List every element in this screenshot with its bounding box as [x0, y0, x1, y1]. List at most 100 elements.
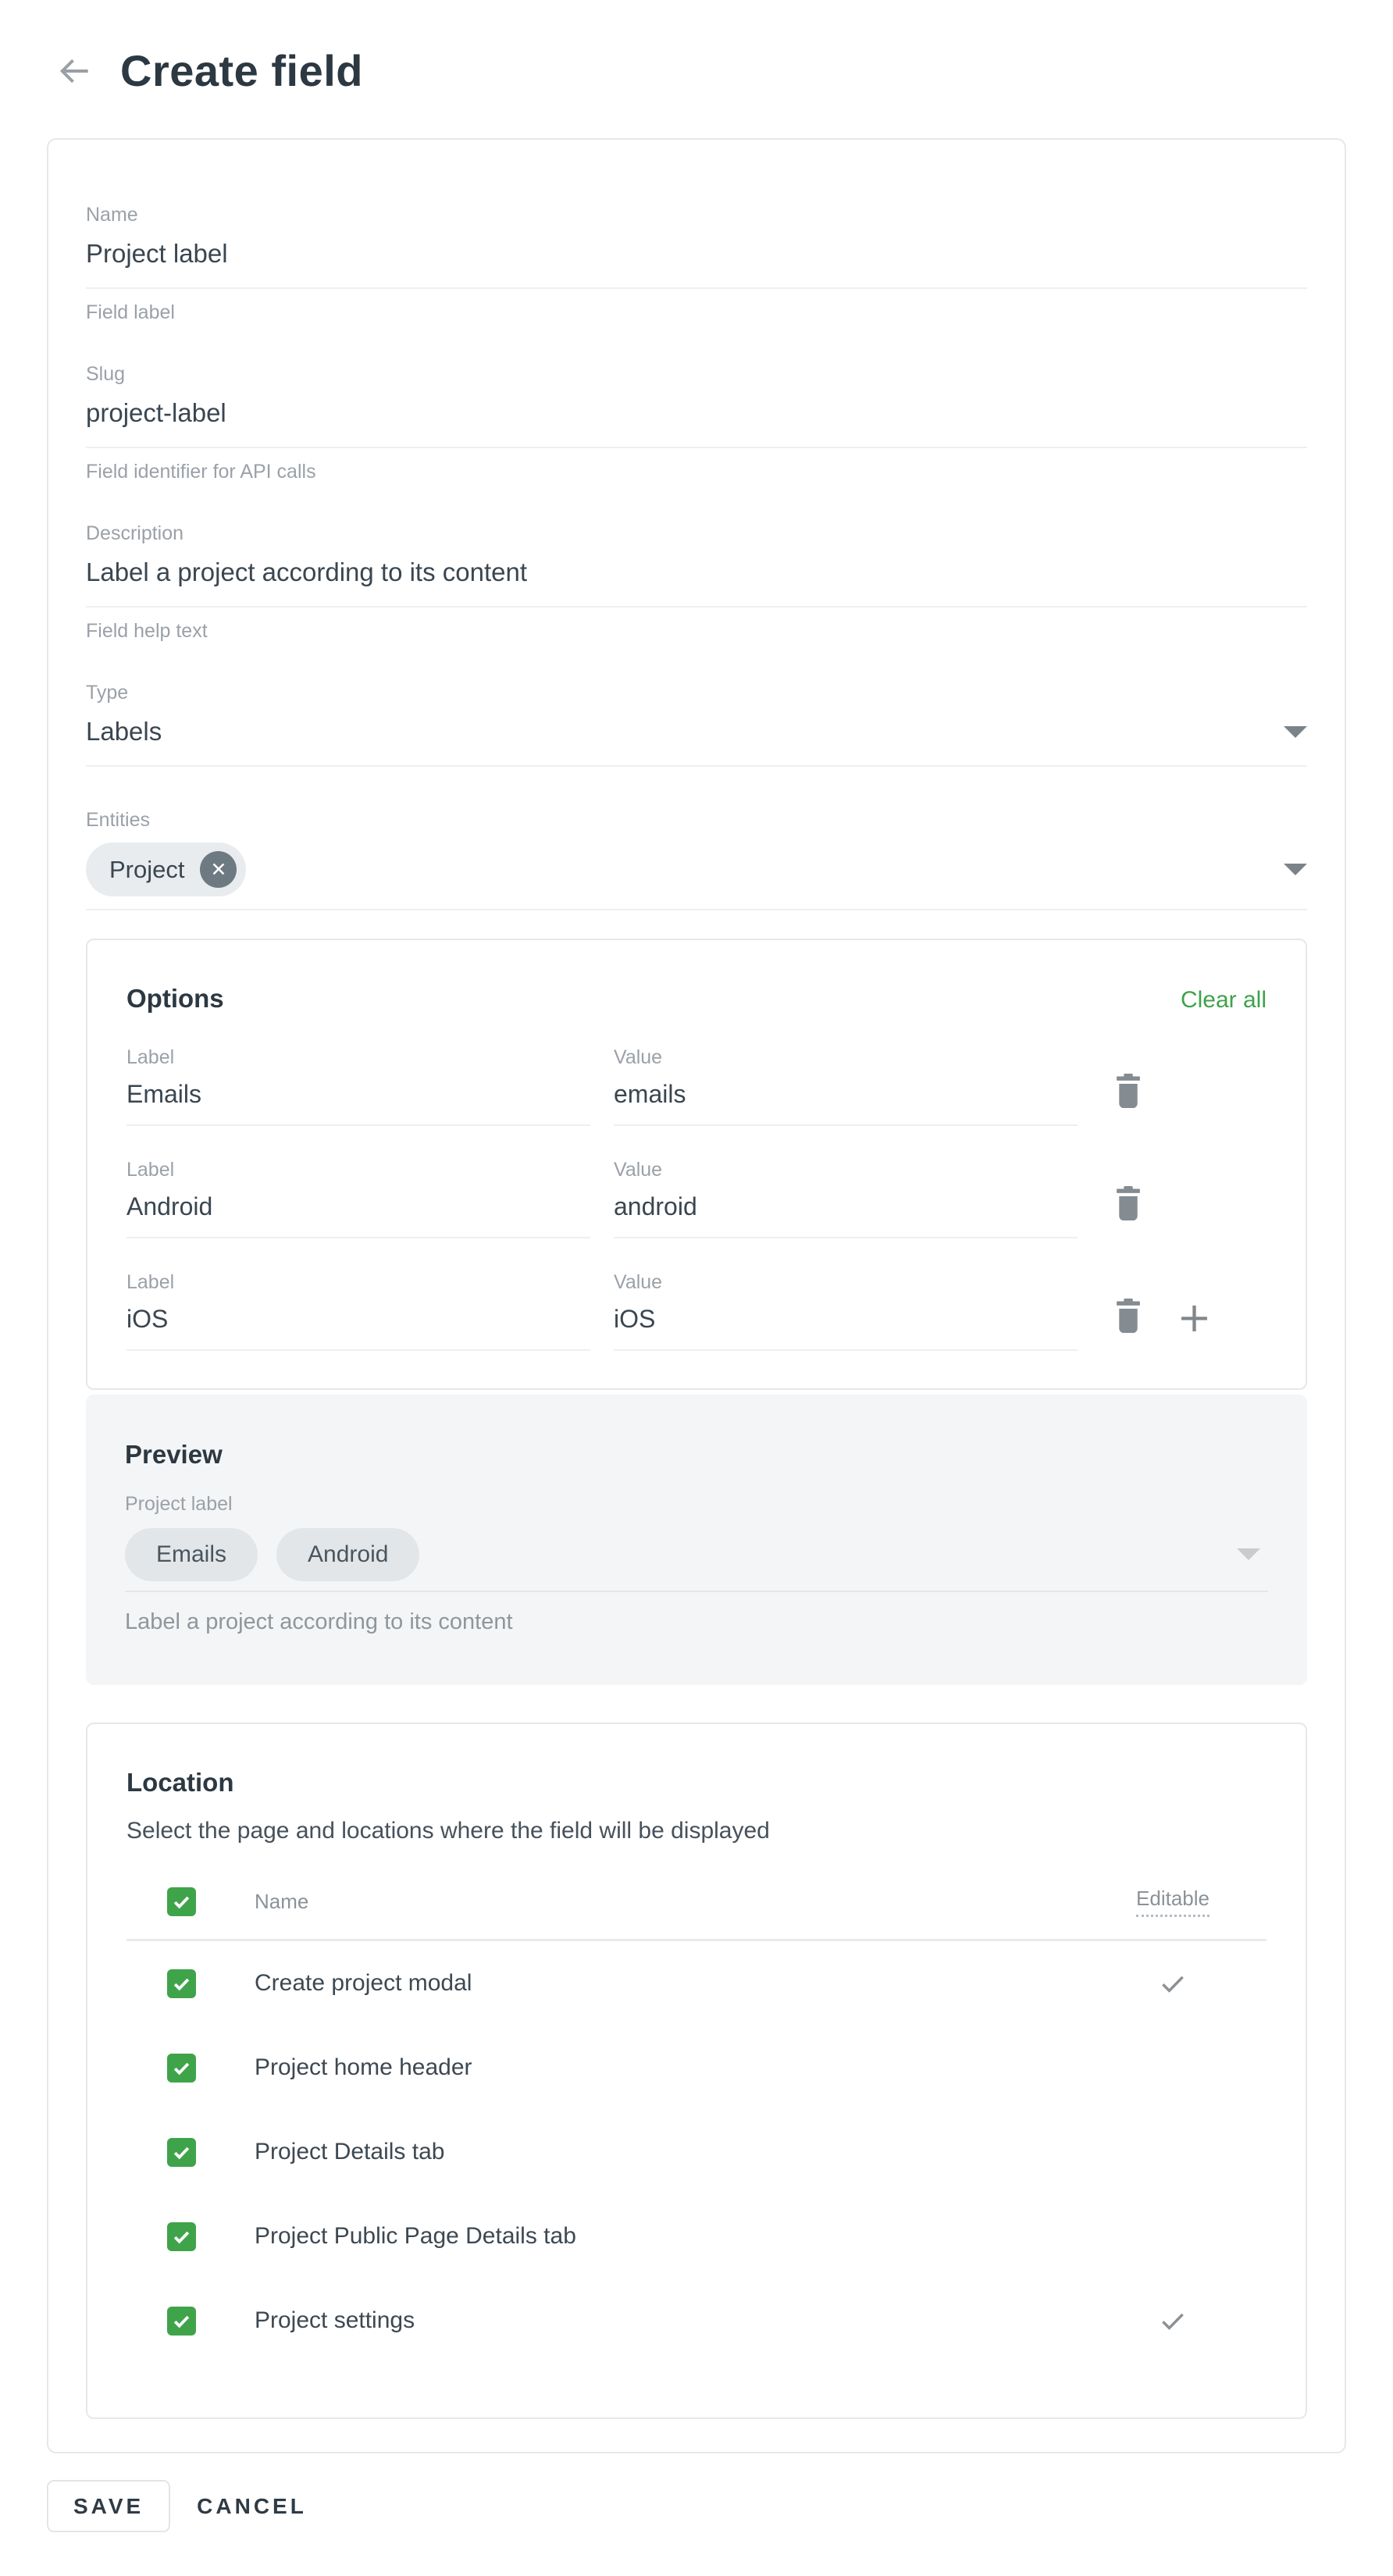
option-label-cell: Label Emails	[126, 1046, 590, 1126]
add-option-button[interactable]	[1176, 1298, 1213, 1337]
preview-chip: Android	[276, 1528, 419, 1581]
location-rows: Create project modal	[126, 1941, 1267, 2363]
option-row-actions	[1101, 1159, 1267, 1238]
option-label-caption: Label	[126, 1271, 590, 1294]
check-icon	[1156, 2304, 1189, 2337]
name-helper: Field label	[86, 301, 1307, 324]
check-icon	[171, 2058, 192, 2079]
location-row-name: Project home header	[255, 2054, 1079, 2081]
back-button[interactable]	[53, 49, 97, 93]
page-title: Create field	[120, 45, 363, 96]
trash-icon	[1113, 1298, 1143, 1334]
remove-entity-button[interactable]: ✕	[200, 851, 237, 888]
location-row-checkbox[interactable]	[167, 2222, 196, 2251]
preview-helper: Label a project according to its content	[125, 1609, 1268, 1635]
option-value-input[interactable]: iOS	[614, 1305, 1078, 1351]
location-section: Location Select the page and locations w…	[86, 1723, 1307, 2419]
type-field: Type Labels	[86, 682, 1307, 767]
location-row-name: Project Public Page Details tab	[255, 2223, 1079, 2250]
save-button[interactable]: SAVE	[47, 2480, 170, 2532]
option-label-input[interactable]: Android	[126, 1192, 590, 1238]
trash-icon	[1113, 1185, 1143, 1221]
name-field: Name Project label Field label	[86, 204, 1307, 324]
preview-chip: Emails	[125, 1528, 258, 1581]
column-header-editable[interactable]: Editable	[1136, 1887, 1210, 1917]
option-row-actions	[1101, 1046, 1267, 1126]
delete-option-button[interactable]	[1113, 1185, 1143, 1221]
location-row: Project Public Page Details tab	[126, 2194, 1267, 2278]
options-heading: Options	[126, 984, 224, 1014]
column-header-name: Name	[255, 1890, 1079, 1914]
option-row: Label Emails Value emails	[126, 1046, 1267, 1126]
location-row-name: Create project modal	[255, 1970, 1079, 1997]
location-table: Name Editable Create project mod	[126, 1887, 1267, 2363]
cancel-button[interactable]: CANCEL	[197, 2494, 307, 2519]
option-label-cell: Label iOS	[126, 1271, 590, 1351]
entities-select[interactable]: Project ✕	[86, 843, 1307, 910]
close-icon: ✕	[211, 858, 227, 881]
entity-chip: Project ✕	[86, 843, 246, 896]
option-row: Label iOS Value iOS	[126, 1271, 1267, 1351]
options-rows: Label Emails Value emails	[126, 1046, 1267, 1351]
description-field: Description Label a project according to…	[86, 522, 1307, 643]
preview-section: Preview Project label EmailsAndroid Labe…	[86, 1395, 1307, 1685]
caret-down-icon	[1237, 1548, 1260, 1560]
slug-input[interactable]: project-label	[86, 398, 1307, 448]
option-value-input[interactable]: emails	[614, 1080, 1078, 1126]
options-section: Options Clear all Label Emails Value ema…	[86, 939, 1307, 1390]
location-row: Project settings	[126, 2278, 1267, 2363]
check-icon	[171, 2142, 192, 2163]
preview-chips: Emails Android	[125, 1528, 419, 1581]
option-value-input[interactable]: android	[614, 1192, 1078, 1238]
option-label-caption: Label	[126, 1046, 590, 1069]
check-icon	[171, 1973, 192, 1994]
location-row: Project Details tab	[126, 2110, 1267, 2194]
slug-label: Slug	[86, 363, 1307, 386]
location-row-checkbox[interactable]	[167, 1969, 196, 1998]
name-label: Name	[86, 204, 1307, 226]
preview-field-label: Project label	[125, 1493, 1268, 1516]
clear-all-button[interactable]: Clear all	[1181, 987, 1267, 1014]
option-value-cell: Value emails	[614, 1046, 1078, 1126]
option-label-input[interactable]: Emails	[126, 1080, 590, 1126]
trash-icon	[1113, 1073, 1143, 1109]
location-row-checkbox[interactable]	[167, 2138, 196, 2167]
delete-option-button[interactable]	[1113, 1073, 1143, 1109]
location-row-checkbox[interactable]	[167, 2054, 196, 2083]
type-select[interactable]: Labels	[86, 717, 1307, 767]
location-row: Create project modal	[126, 1941, 1267, 2026]
option-label-input[interactable]: iOS	[126, 1305, 590, 1351]
location-row: Project home header	[126, 2026, 1267, 2110]
option-label-caption: Label	[126, 1159, 590, 1181]
location-row-name: Project settings	[255, 2307, 1079, 2334]
option-value-caption: Value	[614, 1046, 1078, 1069]
location-header-row: Name Editable	[126, 1887, 1267, 1939]
location-row-checkbox[interactable]	[167, 2307, 196, 2336]
entity-chip-label: Project	[109, 856, 184, 884]
entities-label: Entities	[86, 809, 1307, 832]
option-row: Label Android Value android	[126, 1159, 1267, 1238]
location-subtitle: Select the page and locations where the …	[126, 1818, 1267, 1844]
type-label: Type	[86, 682, 1307, 704]
arrow-left-icon	[55, 52, 94, 91]
check-icon	[1156, 1967, 1189, 2000]
preview-chips-row: Emails Android	[125, 1528, 1268, 1592]
option-value-caption: Value	[614, 1159, 1078, 1181]
location-heading: Location	[126, 1768, 1267, 1797]
description-input[interactable]: Label a project according to its content	[86, 558, 1307, 607]
select-all-checkbox[interactable]	[167, 1887, 196, 1916]
option-value-cell: Value iOS	[614, 1271, 1078, 1351]
description-label: Description	[86, 522, 1307, 545]
name-input[interactable]: Project label	[86, 239, 1307, 289]
check-icon	[171, 2226, 192, 2247]
editable-status	[1156, 2304, 1189, 2337]
option-value-caption: Value	[614, 1271, 1078, 1294]
caret-down-icon	[1284, 726, 1307, 738]
entities-field: Entities Project ✕	[86, 809, 1307, 910]
create-field-page: Create field Name Project label Field la…	[0, 0, 1393, 2576]
check-icon	[171, 2311, 192, 2332]
editable-status	[1156, 1967, 1189, 2000]
check-icon	[171, 1891, 192, 1912]
caret-down-icon	[1284, 864, 1307, 875]
delete-option-button[interactable]	[1113, 1298, 1143, 1334]
